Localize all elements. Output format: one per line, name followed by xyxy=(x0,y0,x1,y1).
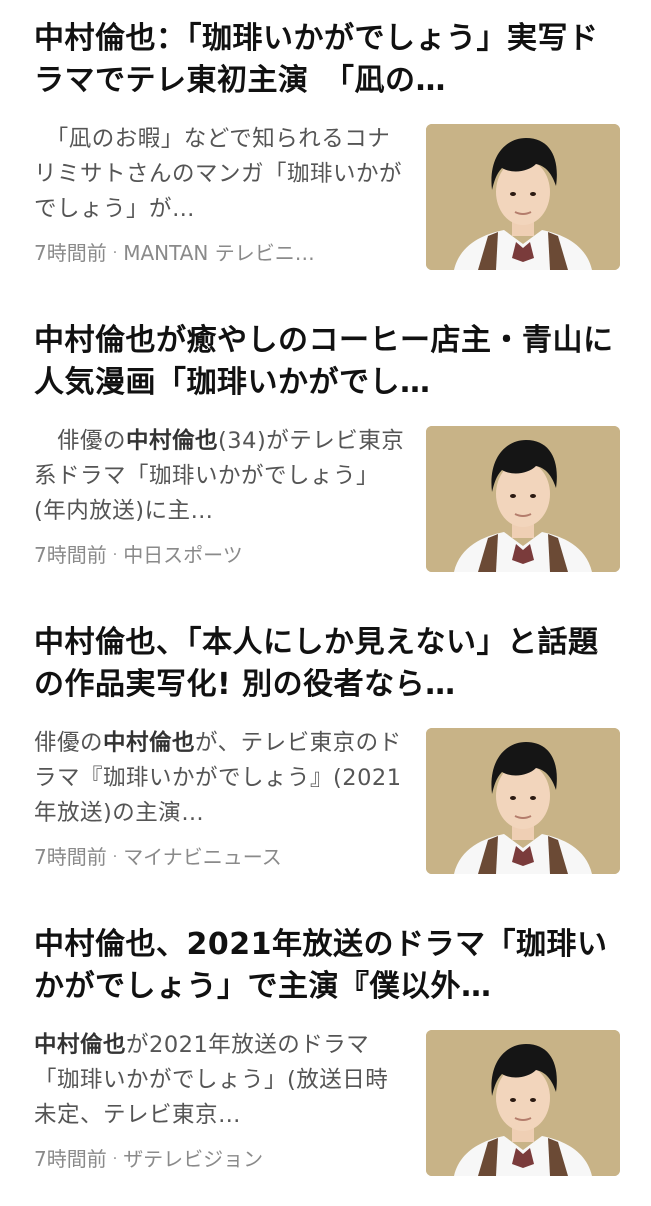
article-headline[interactable]: 中村倫也が癒やしのコーヒー店主・青山に 人気漫画「珈琲いかがでし… xyxy=(34,320,624,404)
article-headline[interactable]: 中村倫也、「本人にしか見えない」と話題の作品実写化! 別の役者なら… xyxy=(34,622,624,706)
article-snippet: 俳優の中村倫也(34)がテレビ東京系ドラマ「珈琲いかがでしょう」(年内放送)に主… xyxy=(34,424,406,529)
article-time: 7時間前 xyxy=(34,241,107,265)
article-source: マイナビニュース xyxy=(123,845,282,869)
separator-dot: · xyxy=(112,849,118,865)
separator-dot: · xyxy=(112,547,118,563)
news-article[interactable]: 中村倫也：「珈琲いかがでしょう」実写ドラマでテレ東初主演 「凪の… 「凪のお暇」… xyxy=(0,0,651,300)
article-time: 7時間前 xyxy=(34,1147,107,1171)
article-time: 7時間前 xyxy=(34,543,107,567)
article-source: MANTAN テレビニ… xyxy=(123,241,315,265)
separator-dot: · xyxy=(112,1151,118,1167)
article-source: ザテレビジョン xyxy=(123,1147,264,1171)
article-thumbnail[interactable] xyxy=(426,1030,620,1176)
article-meta: 7時間前 · マイナビニュース xyxy=(34,842,406,872)
snippet-highlight: 中村倫也 xyxy=(34,1032,127,1058)
article-source: 中日スポーツ xyxy=(123,543,243,567)
article-headline[interactable]: 中村倫也：「珈琲いかがでしょう」実写ドラマでテレ東初主演 「凪の… xyxy=(34,18,624,102)
snippet-highlight: 中村倫也 xyxy=(103,730,196,756)
article-thumbnail[interactable] xyxy=(426,426,620,572)
news-feed: 中村倫也：「珈琲いかがでしょう」実写ドラマでテレ東初主演 「凪の… 「凪のお暇」… xyxy=(0,0,651,1200)
separator-dot: · xyxy=(112,245,118,261)
actor-portrait-thumbnail xyxy=(426,426,620,572)
news-article[interactable]: 中村倫也、2021年放送のドラマ「珈琲いかがでしょう」で主演『僕以外… 中村倫也… xyxy=(0,906,651,1206)
snippet-highlight: 中村倫也 xyxy=(126,428,219,454)
article-snippet: 俳優の中村倫也が、テレビ東京のドラマ『珈琲いかがでしょう』(2021年放送)の主… xyxy=(34,726,406,831)
article-meta: 7時間前 · ザテレビジョン xyxy=(34,1144,406,1174)
snippet-text: 「凪のお暇」などで知られるコナリミサトさんのマンガ「珈琲いかがでしょう」が… xyxy=(34,126,403,222)
article-thumbnail[interactable] xyxy=(426,728,620,874)
actor-portrait-thumbnail xyxy=(426,728,620,874)
article-meta: 7時間前 · 中日スポーツ xyxy=(34,540,406,570)
actor-portrait-thumbnail xyxy=(426,124,620,270)
snippet-text: 俳優の xyxy=(34,428,127,454)
news-article[interactable]: 中村倫也、「本人にしか見えない」と話題の作品実写化! 別の役者なら… 俳優の中村… xyxy=(0,604,651,904)
article-meta: 7時間前 · MANTAN テレビニ… xyxy=(34,238,406,268)
article-thumbnail[interactable] xyxy=(426,124,620,270)
news-article[interactable]: 中村倫也が癒やしのコーヒー店主・青山に 人気漫画「珈琲いかがでし… 俳優の中村倫… xyxy=(0,302,651,602)
actor-portrait-thumbnail xyxy=(426,1030,620,1176)
snippet-text: 俳優の xyxy=(34,730,104,756)
article-time: 7時間前 xyxy=(34,845,107,869)
article-snippet: 「凪のお暇」などで知られるコナリミサトさんのマンガ「珈琲いかがでしょう」が… xyxy=(34,122,406,227)
article-headline[interactable]: 中村倫也、2021年放送のドラマ「珈琲いかがでしょう」で主演『僕以外… xyxy=(34,924,624,1008)
article-snippet: 中村倫也が2021年放送のドラマ「珈琲いかがでしょう」(放送日時未定、テレビ東京… xyxy=(34,1028,406,1133)
